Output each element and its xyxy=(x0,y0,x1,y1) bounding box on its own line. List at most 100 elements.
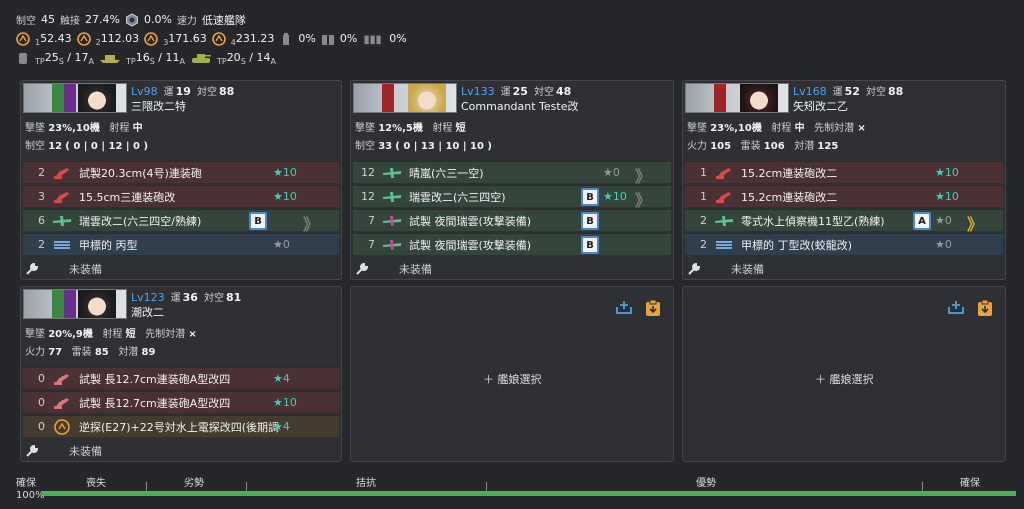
equip-slot[interactable]: 6 瑞雲改二(六三四空/熟練) B 》 xyxy=(23,209,339,234)
empty-equip-slot[interactable]: 未装備 xyxy=(25,443,102,459)
equip-slot[interactable]: 0 逆探(E27)+22号対水上電探改四(後期調整 ★4 xyxy=(23,415,339,437)
triple-drum-icon xyxy=(364,35,381,44)
opening-asw-value: × xyxy=(188,329,197,340)
wrench-icon xyxy=(356,262,369,275)
air-power-label: 制空 xyxy=(355,141,375,152)
torpedo-label: 雷装 xyxy=(71,347,92,358)
equip-slot[interactable]: 2 甲標的 丙型 ★0 xyxy=(23,233,339,255)
select-ship-button[interactable]: ＋ 艦娘選択 xyxy=(815,371,874,387)
equip-slot[interactable]: 2 試製20.3cm(4号)連装砲 ★10 xyxy=(23,161,339,183)
improvement-star: ★10 xyxy=(273,166,297,179)
range-value: 中 xyxy=(132,123,143,134)
ship-card-2[interactable]: Lv133 運 25 対空 48 Commandant Teste改 撃墜 12%,5機… xyxy=(350,80,674,280)
gauge-percent: 100% xyxy=(16,490,45,501)
luck-value: 25 xyxy=(512,85,528,98)
luck-value: 36 xyxy=(182,291,198,304)
radar-icon xyxy=(51,418,73,435)
opening-asw-value: × xyxy=(857,123,866,134)
equip-name: 試製20.3cm(4号)連装砲 xyxy=(79,166,202,180)
los-icon xyxy=(144,31,158,46)
ship-level: Lv123 xyxy=(131,291,165,304)
ship-card-1[interactable]: Lv98 運 19 対空 88 三隈改二特 撃墜 23%,10機 射程 中 制空 12 … xyxy=(20,80,342,280)
tp-label: TP xyxy=(216,57,227,66)
air-superiority-value: 45 xyxy=(41,13,55,26)
aa-value: 48 xyxy=(555,85,572,98)
equip-slot[interactable]: 12 瑞雲改二(六三四空) B ★10 》 xyxy=(353,185,671,210)
air-power-value: 12 xyxy=(48,141,63,152)
equip-slot[interactable]: 0 試製 長12.7cm連装砲A型改四 ★4 xyxy=(23,367,339,389)
empty-ship-card-6[interactable]: ＋ 艦娘選択 xyxy=(682,286,1006,462)
add-to-fleet-icon[interactable] xyxy=(947,299,965,315)
ship-stats-1: 撃墜 23%,10機 射程 中 先制対潜 × xyxy=(687,119,866,134)
equip-slot[interactable]: 7 試製 夜間瑞雲(攻撃装備) B xyxy=(353,209,671,231)
a-sub: A xyxy=(179,57,185,66)
firepower-label: 火力 xyxy=(687,141,707,152)
improvement-star: ★0 xyxy=(603,166,620,179)
clipboard-download-icon[interactable] xyxy=(977,299,993,317)
los-icon xyxy=(211,31,226,46)
seaplane-bomber-icon xyxy=(381,190,403,204)
proficiency-badge: B xyxy=(581,236,599,254)
small-gun-icon xyxy=(51,372,73,386)
empty-slot-label: 未装備 xyxy=(399,263,432,276)
ship-banner xyxy=(23,83,127,113)
slot-count: 1 xyxy=(700,166,707,179)
gauge-tick xyxy=(486,482,487,491)
slot-count: 2 xyxy=(700,214,707,227)
wrench-icon xyxy=(26,444,39,457)
aa-label: 対空 xyxy=(196,87,217,98)
los-sub-1: 1 xyxy=(35,38,41,47)
equip-slot[interactable]: 1 15.2cm連装砲改二 ★10 xyxy=(685,185,1003,207)
seaplane-bomber-icon xyxy=(381,166,403,180)
landing-craft-icon xyxy=(99,54,120,63)
equip-slot[interactable]: 2 甲標的 丁型改(蛟龍改) ★0 xyxy=(685,233,1003,255)
ship-banner xyxy=(23,289,127,319)
ship-stats-2: 制空 12 ( 0 | 0 | 12 | 0 ) xyxy=(25,137,148,152)
equip-slot[interactable]: 2 零式水上偵察機11型乙(熟練) A ★0 》 xyxy=(685,209,1003,234)
wrench-icon xyxy=(26,262,39,275)
aa-value: 88 xyxy=(218,85,235,98)
empty-equip-slot[interactable]: 未装備 xyxy=(25,261,102,277)
tp-a-1: 17 xyxy=(74,51,89,64)
s-sub: S xyxy=(58,57,64,66)
ship-card-3[interactable]: Lv168 運 52 対空 88 矢矧改二乙 撃墜 23%,10機 射程 中 先制対潜 … xyxy=(682,80,1006,280)
improvement-star: ★4 xyxy=(273,420,290,433)
slot-count: 0 xyxy=(38,396,45,409)
shootdown-value: 23%,10機 xyxy=(710,123,762,134)
aa-label: 対空 xyxy=(865,87,886,98)
main-gun-red-icon xyxy=(713,190,735,204)
night-seaplane-icon xyxy=(381,214,403,228)
aa-label: 対空 xyxy=(533,87,554,98)
ship-tag xyxy=(64,84,76,112)
range-label: 射程 xyxy=(432,123,453,134)
clipboard-download-icon[interactable] xyxy=(645,299,661,317)
empty-ship-card-5[interactable]: ＋ 艦娘選択 xyxy=(350,286,674,462)
los-sub-3: 3 xyxy=(163,38,169,47)
slot-count: 0 xyxy=(38,420,45,433)
equip-slot[interactable]: 12 晴嵐(六三一空) ★0 》 xyxy=(353,161,671,186)
add-to-fleet-icon[interactable] xyxy=(615,299,633,315)
select-ship-button[interactable]: ＋ 艦娘選択 xyxy=(483,371,542,387)
slot-count: 2 xyxy=(700,238,707,251)
ship-name: Commandant Teste改 xyxy=(461,100,579,113)
contact-label: 触接 xyxy=(60,16,80,27)
empty-equip-slot[interactable]: 未装備 xyxy=(687,261,764,277)
improvement-star: ★4 xyxy=(273,372,290,385)
empty-equip-slot[interactable]: 未装備 xyxy=(355,261,432,277)
slot-count: 2 xyxy=(38,166,45,179)
equip-slot[interactable]: 7 試製 夜間瑞雲(攻撃装備) B xyxy=(353,233,671,255)
improvement-star: ★10 xyxy=(935,166,959,179)
double-drum-icon xyxy=(321,34,334,45)
ship-card-4[interactable]: Lv123 運 36 対空 81 潮改二 撃墜 20%,9機 射程 短 先制対潜 × 火… xyxy=(20,286,342,462)
equip-slot[interactable]: 1 15.2cm連装砲改二 ★10 xyxy=(685,161,1003,183)
equip-name: 晴嵐(六三一空) xyxy=(409,166,484,180)
equip-name: 瑞雲改二(六三四空/熟練) xyxy=(79,214,202,228)
gauge-tick xyxy=(922,482,923,491)
speed-label: 速力 xyxy=(176,16,197,27)
equip-slot[interactable]: 0 試製 長12.7cm連装砲A型改四 ★10 xyxy=(23,391,339,413)
luck-value: 52 xyxy=(844,85,860,98)
ship-tag xyxy=(64,290,76,318)
equip-name: 15.5cm三連装砲改 xyxy=(79,190,176,204)
ship-name: 潮改二 xyxy=(131,306,164,319)
equip-slot[interactable]: 3 15.5cm三連装砲改 ★10 xyxy=(23,185,339,207)
